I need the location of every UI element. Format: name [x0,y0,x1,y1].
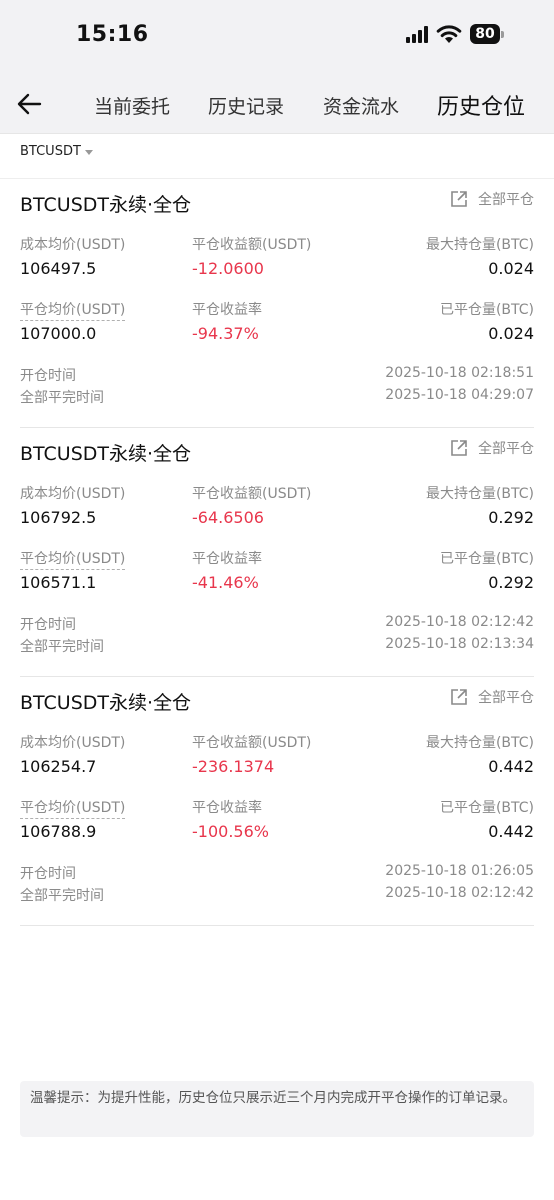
max-hold-label: 最大持仓量(BTC) [425,735,534,751]
close-rate-value: -41.46% [192,573,259,592]
close-rate-label: 平仓收益率 [192,302,262,318]
full-close-time-label: 全部平完时间 [20,390,104,406]
position-title: BTCUSDT永续·全仓 [20,194,192,216]
symbol-filter-dropdown[interactable]: BTCUSDT [20,144,93,159]
max-hold-value: 0.292 [488,508,534,527]
avg-close-value: 106571.1 [20,573,97,592]
close-pnl-label: 平仓收益额(USDT) [192,735,312,751]
full-close-time-label: 全部平完时间 [20,888,104,904]
top-nav: 当前委托 历史记录 资金流水 历史仓位 [0,76,554,134]
tab-fund-flow[interactable]: 资金流水 [323,92,399,119]
close-rate-value: -100.56% [192,822,269,841]
tab-current-orders[interactable]: 当前委托 [94,92,170,119]
close-rate-value: -94.37% [192,324,259,343]
share-icon [451,689,467,705]
wifi-icon [436,25,462,43]
full-close-time-value: 2025-10-18 02:13:34 [385,636,534,652]
notice-box: 温馨提示：为提升性能，历史仓位只展示近三个月内完成开平仓操作的订单记录。 [20,1081,534,1137]
avg-cost-value: 106497.5 [20,259,97,278]
position-card: BTCUSDT永续·全仓 全部平仓 成本均价(USDT) 平仓收益额(USDT)… [20,178,534,428]
avg-close-label[interactable]: 平仓均价(USDT) [20,299,126,321]
open-time-label: 开仓时间 [20,866,76,882]
closed-qty-label: 已平仓量(BTC) [439,302,534,318]
full-close-time-value: 2025-10-18 02:12:42 [385,885,534,901]
tab-position-history[interactable]: 历史仓位 [437,89,525,121]
open-time-value: 2025-10-18 01:26:05 [385,863,534,879]
status-bar: 15:16 80 [0,0,554,76]
closed-qty-label: 已平仓量(BTC) [439,800,534,816]
close-all-button[interactable]: 全部平仓 [450,687,534,707]
cellular-signal-icon [406,25,428,43]
close-pnl-label: 平仓收益额(USDT) [192,237,312,253]
avg-cost-label: 成本均价(USDT) [20,486,126,502]
status-time: 15:16 [76,22,149,47]
closed-qty-value: 0.024 [488,324,534,343]
open-time-label: 开仓时间 [20,617,76,633]
max-hold-value: 0.024 [488,259,534,278]
close-pnl-value: -64.6506 [192,508,264,527]
avg-close-value: 107000.0 [20,324,97,343]
open-time-value: 2025-10-18 02:12:42 [385,614,534,630]
max-hold-label: 最大持仓量(BTC) [425,237,534,253]
close-all-label: 全部平仓 [478,192,534,208]
open-time-value: 2025-10-18 02:18:51 [385,365,534,381]
max-hold-label: 最大持仓量(BTC) [425,486,534,502]
closed-qty-label: 已平仓量(BTC) [439,551,534,567]
full-close-time-value: 2025-10-18 04:29:07 [385,387,534,403]
full-close-time-label: 全部平完时间 [20,639,104,655]
share-icon [451,191,467,207]
caret-down-icon [84,149,93,155]
share-icon [451,440,467,456]
symbol-filter-value: BTCUSDT [20,144,81,159]
close-all-button[interactable]: 全部平仓 [450,189,534,209]
battery-level: 80 [470,24,500,44]
status-icons: 80 [406,24,504,44]
avg-close-value: 106788.9 [20,822,97,841]
battery-icon: 80 [470,24,504,44]
avg-close-label[interactable]: 平仓均价(USDT) [20,548,126,570]
close-all-label: 全部平仓 [478,441,534,457]
tab-order-history[interactable]: 历史记录 [208,92,284,119]
max-hold-value: 0.442 [488,757,534,776]
closed-qty-value: 0.292 [488,573,534,592]
back-arrow-icon[interactable] [16,92,42,116]
avg-cost-value: 106792.5 [20,508,97,527]
close-all-button[interactable]: 全部平仓 [450,438,534,458]
close-all-label: 全部平仓 [478,690,534,706]
close-rate-label: 平仓收益率 [192,551,262,567]
close-pnl-value: -236.1374 [192,757,275,776]
position-title: BTCUSDT永续·全仓 [20,692,192,714]
position-card: BTCUSDT永续·全仓 全部平仓 成本均价(USDT) 平仓收益额(USDT)… [20,427,534,677]
avg-close-label[interactable]: 平仓均价(USDT) [20,797,126,819]
close-pnl-value: -12.0600 [192,259,264,278]
close-pnl-label: 平仓收益额(USDT) [192,486,312,502]
avg-cost-label: 成本均价(USDT) [20,735,126,751]
avg-cost-value: 106254.7 [20,757,97,776]
position-title: BTCUSDT永续·全仓 [20,443,192,465]
position-card: BTCUSDT永续·全仓 全部平仓 成本均价(USDT) 平仓收益额(USDT)… [20,676,534,926]
open-time-label: 开仓时间 [20,368,76,384]
close-rate-label: 平仓收益率 [192,800,262,816]
closed-qty-value: 0.442 [488,822,534,841]
avg-cost-label: 成本均价(USDT) [20,237,126,253]
